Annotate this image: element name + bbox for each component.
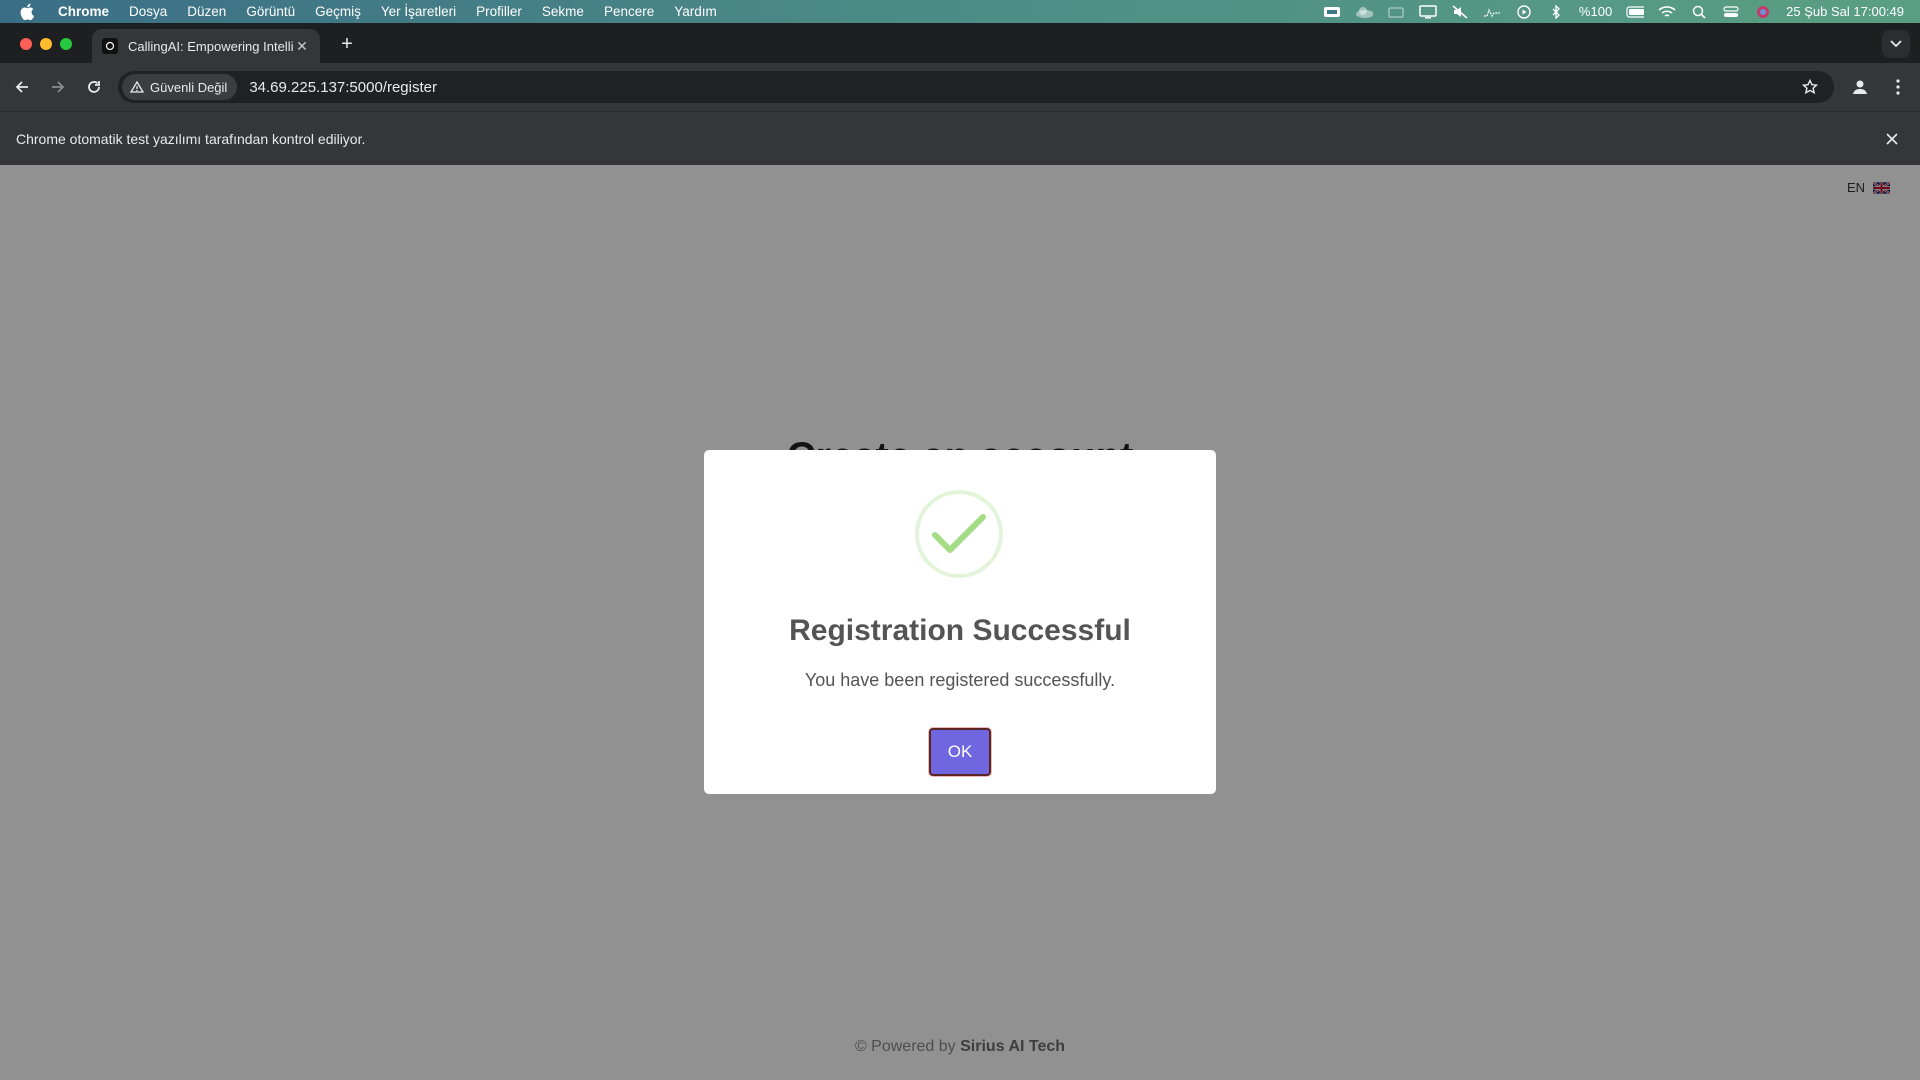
siri-icon[interactable]	[1754, 5, 1772, 19]
web-page: EN Create an account © Powered by Sirius…	[0, 165, 1920, 1080]
window-controls	[20, 38, 72, 50]
spotlight-search-icon[interactable]	[1690, 5, 1708, 19]
address-bar[interactable]: Güvenli Değil 34.69.225.137:5000/registe…	[118, 71, 1834, 103]
back-button[interactable]	[10, 75, 34, 99]
close-tab-icon[interactable]: ✕	[294, 38, 310, 55]
apple-logo-icon[interactable]	[18, 3, 36, 21]
bluetooth-icon[interactable]	[1547, 4, 1565, 19]
battery-percent: %100	[1578, 4, 1613, 19]
menu-history[interactable]: Geçmiş	[305, 0, 371, 23]
wifi-icon[interactable]	[1658, 5, 1676, 19]
mute-icon[interactable]	[1451, 4, 1469, 19]
battery-icon[interactable]	[1626, 5, 1645, 19]
tab-title: CallingAI: Empowering Intellig	[128, 38, 294, 54]
tab-search-button[interactable]	[1882, 30, 1910, 58]
play-icon[interactable]	[1515, 4, 1533, 19]
menu-tab[interactable]: Sekme	[532, 0, 594, 23]
minimize-window-button[interactable]	[40, 38, 52, 50]
infobar-message: Chrome otomatik test yazılımı tarafından…	[16, 130, 366, 147]
automation-infobar: Chrome otomatik test yazılımı tarafından…	[0, 111, 1920, 165]
close-window-button[interactable]	[20, 38, 32, 50]
success-check-icon	[915, 490, 1003, 578]
menu-help[interactable]: Yardım	[664, 0, 727, 23]
macos-menu-bar: Chrome Dosya Düzen Görüntü Geçmiş Yer İş…	[0, 0, 1920, 23]
menu-window[interactable]: Pencere	[594, 0, 664, 23]
success-dialog: Registration Successful You have been re…	[704, 450, 1216, 794]
zoom-window-button[interactable]	[60, 38, 72, 50]
forward-button[interactable]	[46, 75, 70, 99]
control-center-icon[interactable]	[1722, 5, 1740, 19]
menu-edit[interactable]: Düzen	[177, 0, 236, 23]
ok-button[interactable]: OK	[929, 728, 991, 776]
cloud-icon[interactable]	[1355, 5, 1373, 19]
menubar-clock[interactable]: 25 Şub Sal 17:00:49	[1786, 4, 1904, 19]
menu-bookmarks[interactable]: Yer İşaretleri	[371, 0, 466, 23]
site-security-chip[interactable]: Güvenli Değil	[122, 74, 238, 100]
bookmark-star-icon[interactable]	[1800, 77, 1820, 97]
active-tab[interactable]: CallingAI: Empowering Intellig ✕	[92, 29, 320, 63]
folder-icon[interactable]	[1387, 5, 1405, 19]
browser-tab-strip: CallingAI: Empowering Intellig ✕ +	[0, 23, 1920, 63]
site-favicon-icon	[102, 38, 118, 54]
menu-file[interactable]: Dosya	[119, 0, 177, 23]
profile-avatar-icon[interactable]	[1848, 75, 1872, 99]
browser-toolbar: Güvenli Değil 34.69.225.137:5000/registe…	[0, 63, 1920, 111]
dialog-message: You have been registered successfully.	[804, 670, 1116, 690]
dialog-title: Registration Successful	[789, 614, 1131, 647]
screen-share-icon[interactable]	[1323, 5, 1341, 19]
reload-button[interactable]	[82, 75, 106, 99]
display-icon[interactable]	[1419, 4, 1437, 19]
menu-profiles[interactable]: Profiller	[466, 0, 532, 23]
menu-view[interactable]: Görüntü	[236, 0, 305, 23]
menu-app-name[interactable]: Chrome	[48, 0, 119, 23]
chrome-menu-icon[interactable]	[1886, 75, 1910, 99]
url-text[interactable]: 34.69.225.137:5000/register	[249, 79, 437, 96]
close-infobar-icon[interactable]	[1882, 129, 1902, 149]
warning-icon	[130, 81, 144, 93]
new-tab-button[interactable]: +	[334, 31, 360, 57]
activity-icon[interactable]	[1483, 5, 1501, 19]
security-label: Güvenli Değil	[150, 79, 228, 95]
